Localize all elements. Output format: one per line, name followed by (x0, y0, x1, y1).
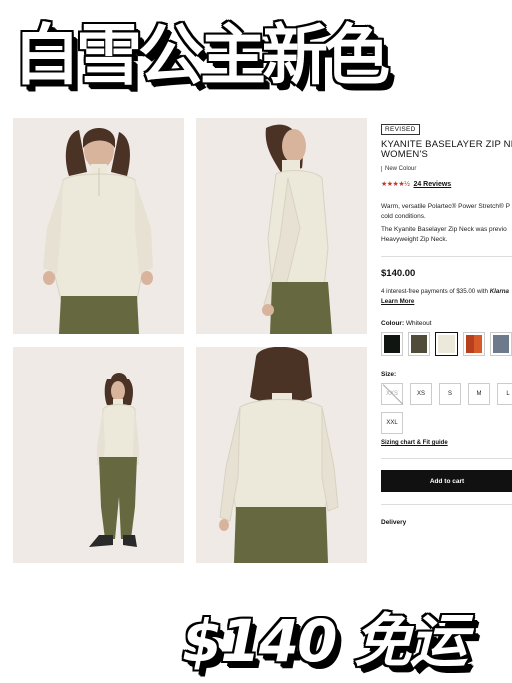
divider (381, 504, 512, 505)
learn-more-link[interactable]: Learn More (381, 298, 512, 305)
product-details-panel: REVISED KYANITE BASELAYER ZIP NE WOMEN'S… (381, 118, 512, 578)
swatch-black-fill (384, 335, 401, 353)
size-options: XXS XS S M L XXL (381, 383, 512, 434)
product-title-line2: WOMEN'S (381, 149, 429, 160)
colour-heading: Colour: Whiteout (381, 320, 512, 327)
product-description: Warm, versatile Polartec® Power Stretch®… (381, 202, 512, 221)
size-option-xxl[interactable]: XXL (381, 412, 403, 434)
rating-row: ★★★★½ 24 Reviews (381, 180, 512, 189)
size-option-xs[interactable]: XS (410, 383, 432, 405)
description-note-line1: The Kyanite Baselayer Zip Neck was previ… (381, 226, 507, 233)
model-front-image (13, 118, 184, 334)
star-rating-icon: ★★★★½ (381, 181, 410, 188)
product-title: KYANITE BASELAYER ZIP NE WOMEN'S (381, 140, 512, 160)
swatch-black[interactable] (381, 332, 404, 356)
size-option-m[interactable]: M (468, 383, 490, 405)
swatch-slate-fill (492, 335, 510, 353)
description-note-line2: Heavyweight Zip Neck. (381, 235, 448, 243)
size-option-xxs[interactable]: XXS (381, 383, 403, 405)
instalment-info: 4 interest-free payments of $35.00 with … (381, 288, 512, 295)
delivery-section-toggle[interactable]: Delivery (381, 519, 512, 526)
size-option-s[interactable]: S (439, 383, 461, 405)
colour-value: Whiteout (405, 320, 432, 327)
add-to-cart-button[interactable]: Add to cart (381, 470, 512, 492)
description-line1: Warm, versatile Polartec® Power Stretch®… (381, 203, 510, 210)
swatch-olive-fill (411, 335, 428, 353)
model-side-image (196, 118, 367, 334)
swatch-rust[interactable] (462, 332, 485, 356)
divider (381, 458, 512, 459)
new-colour-tag: New Colour (381, 166, 512, 172)
revised-badge: REVISED (381, 124, 420, 135)
product-photo-full[interactable] (13, 347, 184, 563)
divider (381, 256, 512, 257)
caption-top: 白雪公主新色 (14, 17, 390, 94)
reviews-link[interactable]: 24 Reviews (413, 181, 451, 188)
size-option-l[interactable]: L (497, 383, 512, 405)
product-photo-front[interactable] (13, 118, 184, 334)
product-price: $140.00 (381, 268, 416, 279)
colour-label: Colour: (381, 320, 405, 327)
swatch-whiteout[interactable] (435, 332, 458, 356)
swatch-rust-fill (465, 335, 482, 353)
product-description-note: The Kyanite Baselayer Zip Neck was previ… (381, 225, 512, 244)
size-guide-link[interactable]: Sizing chart & Fit guide (381, 440, 512, 446)
product-photo-back[interactable] (196, 347, 367, 563)
colour-swatches (381, 332, 512, 356)
model-full-image (13, 347, 184, 563)
size-heading: Size: (381, 371, 397, 378)
instalment-text: 4 interest-free payments of $35.00 with (381, 288, 488, 295)
description-line2: cold conditions. (381, 212, 426, 220)
product-photo-side[interactable] (196, 118, 367, 334)
swatch-whiteout-fill (438, 335, 455, 353)
model-back-image (196, 347, 367, 563)
swatch-slate[interactable] (489, 332, 512, 356)
swatch-olive[interactable] (408, 332, 431, 356)
klarna-logo: Klarna (489, 288, 509, 295)
caption-bottom: $140 免运 (182, 607, 468, 675)
